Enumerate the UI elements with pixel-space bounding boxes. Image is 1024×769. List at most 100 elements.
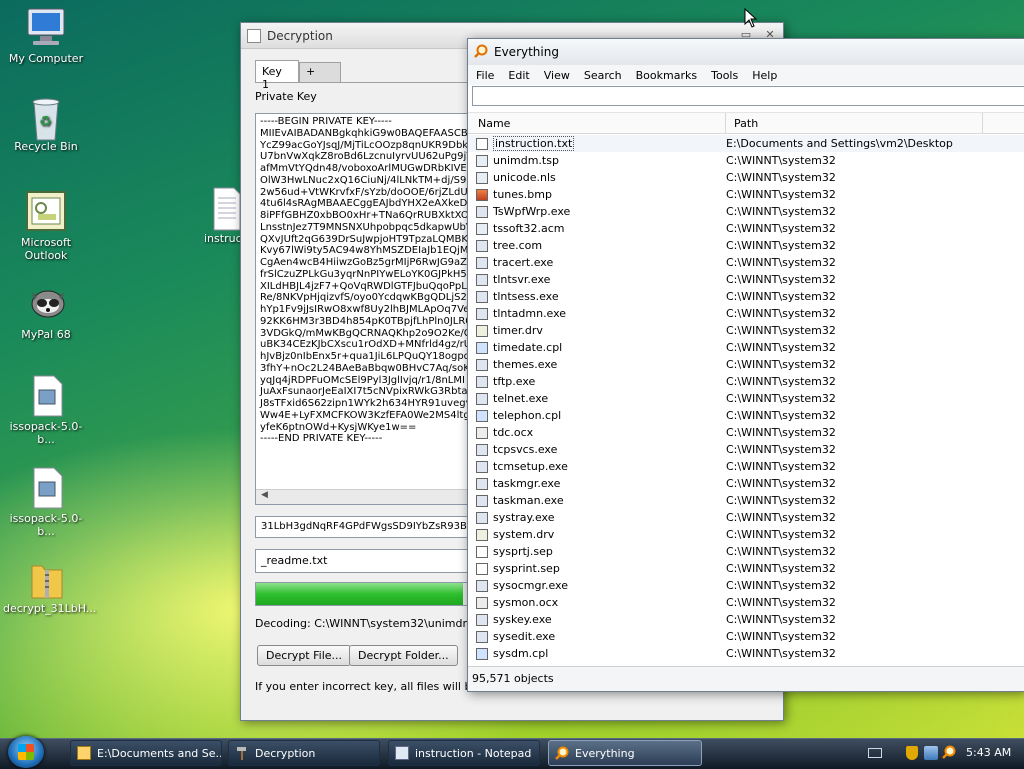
installer-file-icon [24, 466, 68, 510]
desktop-icon-issopack-2[interactable]: issopack-5.0-b... [3, 466, 89, 538]
desktop-icon-outlook[interactable]: Microsoft Outlook [3, 190, 89, 262]
start-button[interactable] [8, 736, 44, 768]
menu-view[interactable]: View [544, 69, 570, 82]
file-name: tcpsvcs.exe [493, 443, 558, 456]
decoding-progress-bar [255, 582, 475, 606]
table-row[interactable]: tlntsess.exe C:\WINNT\system32 [468, 288, 1024, 305]
table-row[interactable]: tcpsvcs.exe C:\WINNT\system32 [468, 441, 1024, 458]
taskbar-item-everything[interactable]: Everything [548, 740, 702, 766]
search-input[interactable] [472, 86, 1024, 106]
table-row[interactable]: telnet.exe C:\WINNT\system32 [468, 390, 1024, 407]
file-type-icon [476, 579, 488, 592]
table-row[interactable]: unicode.nls C:\WINNT\system32 [468, 169, 1024, 186]
menu-search[interactable]: Search [584, 69, 622, 82]
id-field[interactable]: 31LbH3gdNqRF4GPdFWgsSD9IYbZsR93B5M [255, 516, 475, 538]
table-row[interactable]: sysdm.cpl C:\WINNT\system32 [468, 645, 1024, 662]
desktop-icon-label: issopack-5.0-b... [9, 420, 83, 446]
table-row[interactable]: themes.exe C:\WINNT\system32 [468, 356, 1024, 373]
file-name: telephon.cpl [493, 409, 562, 422]
table-row[interactable]: telephon.cpl C:\WINNT\system32 [468, 407, 1024, 424]
table-row[interactable]: tunes.bmp C:\WINNT\system32 [468, 186, 1024, 203]
scroll-left-icon[interactable]: ◀ [261, 490, 268, 500]
clock[interactable]: 5:43 AM [966, 746, 1011, 759]
menu-help[interactable]: Help [752, 69, 777, 82]
private-key-textarea[interactable]: -----BEGIN PRIVATE KEY----- MIIEvAIBADANB… [255, 113, 475, 505]
readme-field[interactable]: _readme.txt [255, 549, 475, 573]
decrypt-file-button[interactable]: Decrypt File... [257, 645, 352, 666]
key-line: U7bnVwXqkZ8roBd6LzcnuIyrvUU62uPg9jY [260, 151, 473, 163]
key-line: JuAxFsunaorJeEaIXI7t5cNVpixRWkG3Rbta [260, 386, 468, 398]
table-row[interactable]: TsWpfWrp.exe C:\WINNT\system32 [468, 203, 1024, 220]
security-shield-icon[interactable] [906, 746, 918, 760]
table-row[interactable]: systray.exe C:\WINNT\system32 [468, 509, 1024, 526]
column-path[interactable]: Path [726, 113, 983, 133]
menu-edit[interactable]: Edit [508, 69, 529, 82]
table-row[interactable]: taskmgr.exe C:\WINNT\system32 [468, 475, 1024, 492]
desktop-icon-label: MyPal 68 [21, 328, 71, 341]
table-row[interactable]: tcmsetup.exe C:\WINNT\system32 [468, 458, 1024, 475]
table-row[interactable]: tssoft32.acm C:\WINNT\system32 [468, 220, 1024, 237]
file-name-cell: timer.drv [468, 324, 718, 337]
everything-window[interactable]: Everything File Edit View Search Bookmar… [467, 38, 1024, 692]
key-line: yqJq4jRDPFuOMcSEl9Pyl3JglIvjq/r1/8nLMI [260, 374, 465, 386]
table-row[interactable]: tlntsvr.exe C:\WINNT\system32 [468, 271, 1024, 288]
file-name: unimdm.tsp [493, 154, 559, 167]
desktop-icon-issopack-1[interactable]: issopack-5.0-b... [3, 374, 89, 446]
table-row[interactable]: unimdm.tsp C:\WINNT\system32 [468, 152, 1024, 169]
table-row[interactable]: tdc.ocx C:\WINNT\system32 [468, 424, 1024, 441]
desktop-icon-my-computer[interactable]: My Computer [3, 6, 89, 65]
file-type-icon [476, 443, 488, 456]
table-row[interactable]: tftp.exe C:\WINNT\system32 [468, 373, 1024, 390]
table-row[interactable]: sysocmgr.exe C:\WINNT\system32 [468, 577, 1024, 594]
table-row[interactable]: sysprint.sep C:\WINNT\system32 [468, 560, 1024, 577]
taskbar-item-explorer[interactable]: E:\Documents and Se... [70, 740, 222, 766]
file-type-icon [476, 545, 488, 558]
network-icon[interactable] [924, 746, 938, 760]
table-row[interactable]: tracert.exe C:\WINNT\system32 [468, 254, 1024, 271]
file-name: sysocmgr.exe [493, 579, 568, 592]
tab-key-1[interactable]: Key 1 [255, 60, 299, 91]
desktop-icon-instruction[interactable]: instruc [198, 186, 242, 245]
file-path: C:\WINNT\system32 [726, 154, 836, 167]
table-row[interactable]: taskman.exe C:\WINNT\system32 [468, 492, 1024, 509]
table-row[interactable]: sysedit.exe C:\WINNT\system32 [468, 628, 1024, 645]
file-path: C:\WINNT\system32 [726, 409, 836, 422]
file-name: themes.exe [493, 358, 558, 371]
taskbar-item-decryption[interactable]: Decryption [228, 740, 380, 766]
desktop-icon-decrypt[interactable]: decrypt_31LbH... [3, 556, 96, 615]
decrypt-folder-button[interactable]: Decrypt Folder... [349, 645, 458, 666]
menu-tools[interactable]: Tools [711, 69, 738, 82]
table-row[interactable]: syskey.exe C:\WINNT\system32 [468, 611, 1024, 628]
table-row[interactable]: sysprtj.sep C:\WINNT\system32 [468, 543, 1024, 560]
installer-file-icon [24, 374, 68, 418]
hammer-icon [235, 746, 249, 760]
file-type-icon [476, 613, 488, 626]
menu-bookmarks[interactable]: Bookmarks [636, 69, 697, 82]
table-row[interactable]: system.drv C:\WINNT\system32 [468, 526, 1024, 543]
table-row[interactable]: tree.com C:\WINNT\system32 [468, 237, 1024, 254]
file-type-icon [476, 154, 488, 167]
table-row[interactable]: timedate.cpl C:\WINNT\system32 [468, 339, 1024, 356]
desktop-icon-mypal[interactable]: MyPal 68 [3, 282, 89, 341]
file-type-icon [476, 375, 488, 388]
tab-add[interactable]: + [299, 62, 341, 82]
keyboard-icon[interactable] [868, 748, 882, 758]
file-type-icon [476, 256, 488, 269]
file-path: C:\WINNT\system32 [726, 579, 836, 592]
everything-titlebar[interactable]: Everything [468, 39, 1024, 65]
horizontal-scrollbar[interactable]: ◀ [256, 489, 474, 504]
table-row[interactable]: instruction.txt E:\Documents and Settings… [468, 135, 1024, 152]
desktop-icon-recycle-bin[interactable]: ♻ Recycle Bin [3, 94, 89, 153]
file-type-icon [476, 409, 488, 422]
table-row[interactable]: timer.drv C:\WINNT\system32 [468, 322, 1024, 339]
search-tray-icon[interactable] [942, 745, 956, 762]
menu-file[interactable]: File [476, 69, 494, 82]
column-name[interactable]: Name [468, 113, 726, 133]
file-name-cell: telnet.exe [468, 392, 718, 405]
table-row[interactable]: sysmon.ocx C:\WINNT\system32 [468, 594, 1024, 611]
warning-text: If you enter incorrect key, all files wi… [255, 680, 500, 693]
table-row[interactable]: tlntadmn.exe C:\WINNT\system32 [468, 305, 1024, 322]
taskbar-item-notepad[interactable]: instruction - Notepad [388, 740, 540, 766]
key-line: 3fhY+nOc2L24BAeBaBbqw0BHvC7Aq/soKD [260, 362, 475, 374]
results-list[interactable]: instruction.txt E:\Documents and Settings… [468, 135, 1024, 665]
